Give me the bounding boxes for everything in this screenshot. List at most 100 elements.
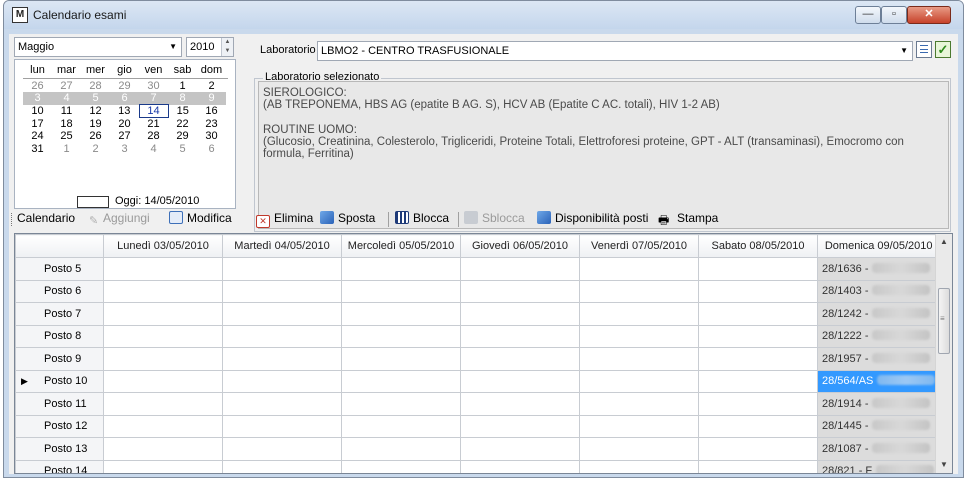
calendar-day[interactable]: 21 (139, 118, 168, 131)
calendar-day[interactable]: 1 (168, 80, 197, 93)
calendar-day[interactable]: 4 (139, 143, 168, 156)
document-icon[interactable] (916, 41, 932, 58)
slot-cell[interactable] (698, 392, 818, 416)
slot-cell[interactable] (222, 279, 342, 303)
spin-arrows-icon[interactable]: ▲ ▼ (221, 38, 233, 56)
slot-cell[interactable] (103, 257, 223, 281)
slot-cell[interactable] (579, 437, 699, 461)
slot-cell[interactable] (341, 437, 461, 461)
table-row[interactable]: Posto 6 28/1403 - (15, 279, 941, 303)
row-header-posto[interactable]: Posto 6 (15, 279, 104, 303)
slot-cell[interactable] (222, 257, 342, 281)
booked-slot-cell[interactable]: 28/1445 - (816, 414, 941, 438)
slot-cell[interactable] (579, 369, 699, 393)
slot-cell[interactable] (579, 414, 699, 438)
slot-cell[interactable] (341, 392, 461, 416)
minimize-button[interactable]: — (855, 6, 881, 24)
slot-cell[interactable] (579, 279, 699, 303)
booked-slot-cell[interactable]: 28/1914 - (816, 392, 941, 416)
slot-cell[interactable] (698, 347, 818, 371)
slot-cell[interactable] (341, 347, 461, 371)
calendar-day[interactable]: 23 (197, 118, 226, 131)
table-row[interactable]: Posto 12 28/1445 - (15, 414, 941, 438)
slot-cell[interactable] (460, 257, 580, 281)
lab-select[interactable]: LBMO2 - CENTRO TRASFUSIONALE ▼ (317, 41, 913, 61)
slot-cell[interactable] (103, 459, 223, 473)
slot-cell[interactable] (103, 392, 223, 416)
calendar-day[interactable]: 31 (23, 143, 52, 156)
blocca-button[interactable]: Blocca (395, 211, 449, 225)
slot-cell[interactable] (460, 392, 580, 416)
calendar-day[interactable]: 5 (168, 143, 197, 156)
vertical-scrollbar[interactable]: ▲ ≡ ▼ (935, 234, 952, 473)
maximize-button[interactable]: ▫ (881, 6, 907, 24)
calendar-day[interactable]: 10 (23, 105, 52, 118)
row-header-posto[interactable]: Posto 13 (15, 437, 104, 461)
slot-cell[interactable] (341, 324, 461, 348)
table-row[interactable]: Posto 8 28/1222 - (15, 324, 941, 348)
calendar-day[interactable]: 22 (168, 118, 197, 131)
booked-slot-cell[interactable]: 28/821 - F (816, 459, 941, 473)
calendar-day[interactable]: 16 (197, 105, 226, 118)
slot-cell[interactable] (460, 414, 580, 438)
row-header-posto[interactable]: Posto 11 (15, 392, 104, 416)
slot-cell[interactable] (698, 302, 818, 326)
slot-cell[interactable] (579, 392, 699, 416)
slot-cell[interactable] (341, 279, 461, 303)
confirm-check-icon[interactable]: ✓ (935, 41, 951, 58)
slot-cell[interactable] (222, 302, 342, 326)
aggiungi-button[interactable]: ✎ Aggiungi (89, 211, 150, 227)
calendar-day[interactable]: 26 (23, 80, 52, 93)
booked-slot-cell[interactable]: 28/1636 - (816, 257, 941, 281)
table-row[interactable]: Posto 5 28/1636 - (15, 257, 941, 281)
day-column-header[interactable]: Sabato 08/05/2010 (698, 234, 818, 258)
sposta-button[interactable]: Sposta (320, 211, 375, 225)
day-column-header[interactable]: Giovedì 06/05/2010 (460, 234, 580, 258)
calendar-day[interactable]: 20 (110, 118, 139, 131)
slot-cell[interactable] (222, 437, 342, 461)
slot-cell[interactable] (341, 257, 461, 281)
slot-cell[interactable] (341, 369, 461, 393)
booked-slot-cell[interactable]: 28/1242 - (816, 302, 941, 326)
calendar-day[interactable]: 29 (110, 80, 139, 93)
table-row[interactable]: Posto 7 28/1242 - (15, 302, 941, 326)
calendar-day[interactable]: 17 (23, 118, 52, 131)
slot-cell[interactable] (698, 414, 818, 438)
calendar-day[interactable]: 15 (168, 105, 197, 118)
month-select[interactable]: Maggio ▼ (14, 37, 182, 57)
calendar-day[interactable]: 1 (52, 143, 81, 156)
calendar-day[interactable]: 6 (110, 92, 139, 105)
calendar-day[interactable]: 12 (81, 105, 110, 118)
slot-cell[interactable] (103, 369, 223, 393)
slot-cell[interactable] (698, 257, 818, 281)
slot-cell[interactable] (341, 414, 461, 438)
calendar-day[interactable]: 2 (81, 143, 110, 156)
slot-cell[interactable] (460, 437, 580, 461)
slot-cell[interactable] (460, 302, 580, 326)
slot-cell[interactable] (579, 302, 699, 326)
calendar-day[interactable]: 5 (81, 92, 110, 105)
slot-cell[interactable] (460, 279, 580, 303)
calendar-day[interactable]: 28 (139, 130, 168, 143)
booked-slot-cell[interactable]: 28/1403 - (816, 279, 941, 303)
slot-cell[interactable] (460, 324, 580, 348)
row-header-posto[interactable]: ▶ Posto 10 (15, 369, 104, 393)
slot-cell[interactable] (698, 437, 818, 461)
calendar-day[interactable]: 3 (110, 143, 139, 156)
title-bar[interactable]: M Calendario esami — ▫ ✕ (4, 1, 963, 29)
slot-cell[interactable] (341, 302, 461, 326)
slot-cell[interactable] (222, 414, 342, 438)
calendar-day[interactable]: 7 (139, 92, 168, 105)
calendar-day[interactable]: 25 (52, 130, 81, 143)
calendar-day[interactable]: 9 (197, 92, 226, 105)
slot-cell[interactable] (460, 459, 580, 473)
calendar-day[interactable]: 18 (52, 118, 81, 131)
table-row[interactable]: ▶ Posto 10 28/564/AS (15, 369, 941, 393)
toolbar-grip[interactable] (11, 213, 13, 226)
slot-cell[interactable] (698, 369, 818, 393)
slot-cell[interactable] (222, 459, 342, 473)
slot-cell[interactable] (460, 369, 580, 393)
table-row[interactable]: Posto 11 28/1914 - (15, 392, 941, 416)
slot-cell[interactable] (579, 459, 699, 473)
row-header-posto[interactable]: Posto 9 (15, 347, 104, 371)
